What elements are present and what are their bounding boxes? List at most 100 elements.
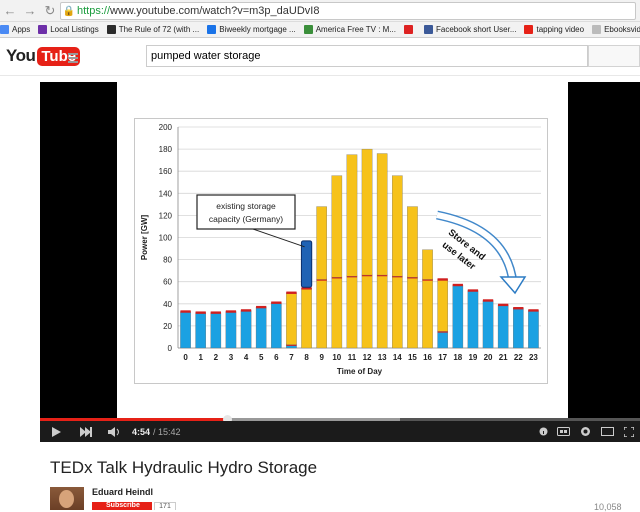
x-tick-label: 0 [183, 353, 188, 362]
bar-segment [528, 310, 539, 349]
bar-segment [437, 331, 448, 349]
bar-cap [286, 291, 297, 294]
x-tick-label: 19 [468, 353, 477, 362]
y-tick-label: 120 [159, 211, 173, 220]
x-tick-label: 5 [259, 353, 264, 362]
subscriber-count: 171 [154, 502, 176, 510]
bookmark-item[interactable]: Local Listings [38, 22, 99, 37]
fullscreen-icon[interactable] [618, 421, 640, 442]
reload-icon[interactable]: ↻ [40, 0, 60, 22]
url-scheme: https:// [77, 5, 111, 17]
captions-icon[interactable] [552, 421, 574, 442]
y-tick-label: 40 [163, 300, 172, 309]
bookmark-label: tapping video [536, 25, 585, 34]
bar-cap [271, 301, 282, 304]
play-icon[interactable] [40, 421, 72, 442]
bar-segment [422, 279, 433, 349]
bar-cap [528, 309, 539, 312]
x-tick-label: 9 [319, 353, 324, 362]
bookmark-item[interactable]: Biweekly mortgage ... [207, 22, 296, 37]
video-player[interactable]: 0 20 40 60 80 100 120 140 160 180 200 0 1 2 3 4 5 6 7 8 9 10 1… [40, 82, 640, 442]
y-tick-label: 60 [163, 278, 172, 287]
search-input[interactable]: pumped water storage [146, 45, 588, 67]
x-tick-label: 22 [514, 353, 523, 362]
bookmark-item[interactable]: Apps [0, 22, 30, 37]
video-frame-slide: 0 20 40 60 80 100 120 140 160 180 200 0 1 2 3 4 5 6 7 8 9 10 1… [117, 82, 568, 418]
bar-segment [482, 300, 494, 349]
bookmark-label: Biweekly mortgage ... [219, 25, 296, 34]
store-arrow-head [499, 276, 527, 295]
bookmark-label: Facebook short User... [436, 25, 517, 34]
annotation-pointer [252, 228, 305, 248]
subscribe-button[interactable]: Subscribe [92, 502, 152, 510]
bar-segment [286, 292, 297, 345]
info-icon[interactable] [534, 421, 552, 442]
bookmark-item[interactable]: Ebooksvideos [592, 22, 640, 37]
y-tick-label: 80 [163, 256, 172, 265]
bar-segment [301, 288, 312, 349]
bookmark-item[interactable]: The Rule of 72 (with ... [106, 22, 200, 37]
channel-avatar[interactable] [50, 487, 84, 510]
settings-gear-icon[interactable] [574, 421, 596, 442]
player-controls: 4:54 / 15:42 [40, 421, 640, 442]
x-tick-label: 16 [423, 353, 432, 362]
bookmarks-bar: Apps Local Listings The Rule of 72 (with .… [0, 22, 640, 38]
x-tick-label: 21 [499, 353, 508, 362]
bookmark-label: Local Listings [50, 25, 99, 34]
bar-segment [407, 277, 418, 349]
bookmark-icon [592, 25, 602, 34]
bar-segment [392, 276, 403, 349]
x-tick-label: 12 [363, 353, 372, 362]
bar-segment [376, 274, 388, 349]
bar-segment [452, 284, 464, 349]
x-tick-label: 11 [348, 353, 357, 362]
bar-segment [422, 249, 433, 280]
bookmark-item[interactable]: Facebook short User... [424, 22, 517, 37]
guide-menu-icon[interactable] [68, 53, 84, 63]
x-tick-label: 7 [289, 353, 294, 362]
bookmark-icon [424, 25, 433, 34]
bookmark-item[interactable]: America Free TV : M... [303, 22, 396, 37]
bar-cap [256, 305, 267, 309]
back-arrow-icon[interactable]: ← [0, 0, 20, 22]
storage-capacity-bar [300, 240, 313, 288]
address-bar[interactable]: 🔒 https:// www.youtube.com/watch?v=m3p_d… [60, 2, 636, 20]
video-title: TEDx Talk Hydraulic Hydro Storage [50, 458, 318, 477]
next-icon[interactable] [72, 421, 100, 442]
bookmark-label: The Rule of 72 (with ... [118, 25, 200, 34]
bookmark-item[interactable] [404, 22, 416, 37]
search-button[interactable] [588, 45, 640, 67]
x-tick-label: 1 [198, 353, 203, 362]
x-tick-label: 2 [214, 353, 219, 362]
bar-cap [437, 278, 448, 281]
bar-segment [361, 148, 373, 276]
power-chart: 0204060801001201401601802000 1 2 3 4 5 6 7 8 9 10 1… [140, 123, 541, 376]
bar-segment [376, 153, 388, 276]
bookmark-icon [106, 25, 116, 34]
forward-arrow-icon[interactable]: → [20, 0, 40, 22]
bookmark-icon [524, 25, 534, 34]
time-current: 4:54 [132, 426, 151, 437]
logo-you: You [6, 46, 36, 65]
bar-segment [271, 302, 282, 349]
bar-cap [195, 311, 206, 314]
bar-segment [225, 311, 237, 349]
channel-name[interactable]: Eduard Heindl [92, 487, 153, 497]
x-tick-label: 13 [378, 353, 387, 362]
bookmark-icon [0, 25, 9, 34]
bar-segment [316, 206, 327, 280]
annotation-text: capacity (Germany) [209, 214, 283, 224]
lock-icon: 🔒 [62, 5, 76, 17]
theater-mode-icon[interactable] [596, 421, 618, 442]
x-axis-label: Time of Day [337, 367, 383, 376]
bar-segment [210, 312, 222, 349]
y-tick-label: 140 [159, 189, 173, 198]
bookmark-item[interactable]: tapping video [524, 22, 585, 37]
volume-icon[interactable] [100, 421, 130, 442]
bar-cap [482, 299, 494, 302]
bar-cap [452, 283, 463, 287]
bar-cap [498, 303, 509, 307]
y-axis-label: Power [GW] [140, 215, 149, 261]
bar-segment [346, 276, 358, 349]
bar-cap [240, 309, 252, 312]
